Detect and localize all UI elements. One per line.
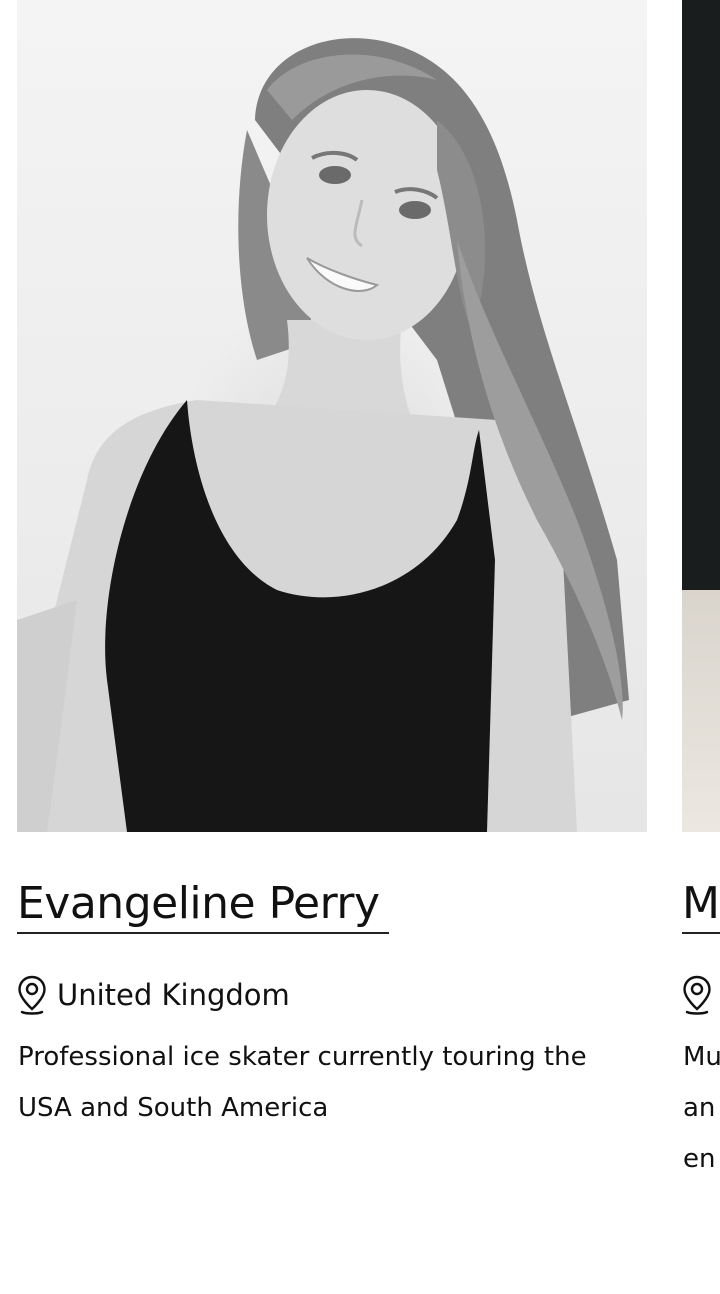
bio-line: an <box>683 1093 716 1123</box>
name-underline <box>17 932 389 934</box>
profile-bio: Mu an en <box>683 1032 720 1185</box>
bio-line: en <box>683 1144 716 1174</box>
profile-name[interactable]: M <box>682 876 720 932</box>
profile-photo <box>17 0 647 832</box>
profile-bio: Professional ice skater currently tourin… <box>18 1042 587 1123</box>
name-underline <box>682 932 720 934</box>
map-pin-icon <box>682 975 712 1015</box>
profile-name[interactable]: Evangeline Perry <box>17 876 380 932</box>
profile-carousel[interactable]: Evangeline Perry United Kingdom Professi… <box>0 0 720 1294</box>
profile-location <box>682 975 720 1015</box>
profile-card[interactable]: Evangeline Perry United Kingdom Professi… <box>17 0 647 1123</box>
photo-background <box>682 590 720 832</box>
profile-card[interactable]: M Mu an en <box>682 0 720 1174</box>
location-text: United Kingdom <box>57 978 290 1012</box>
bio-line: Mu <box>683 1042 720 1072</box>
profile-location: United Kingdom <box>17 975 290 1015</box>
profile-photo <box>682 0 720 832</box>
portrait-illustration <box>17 38 629 832</box>
map-pin-icon <box>17 975 47 1015</box>
